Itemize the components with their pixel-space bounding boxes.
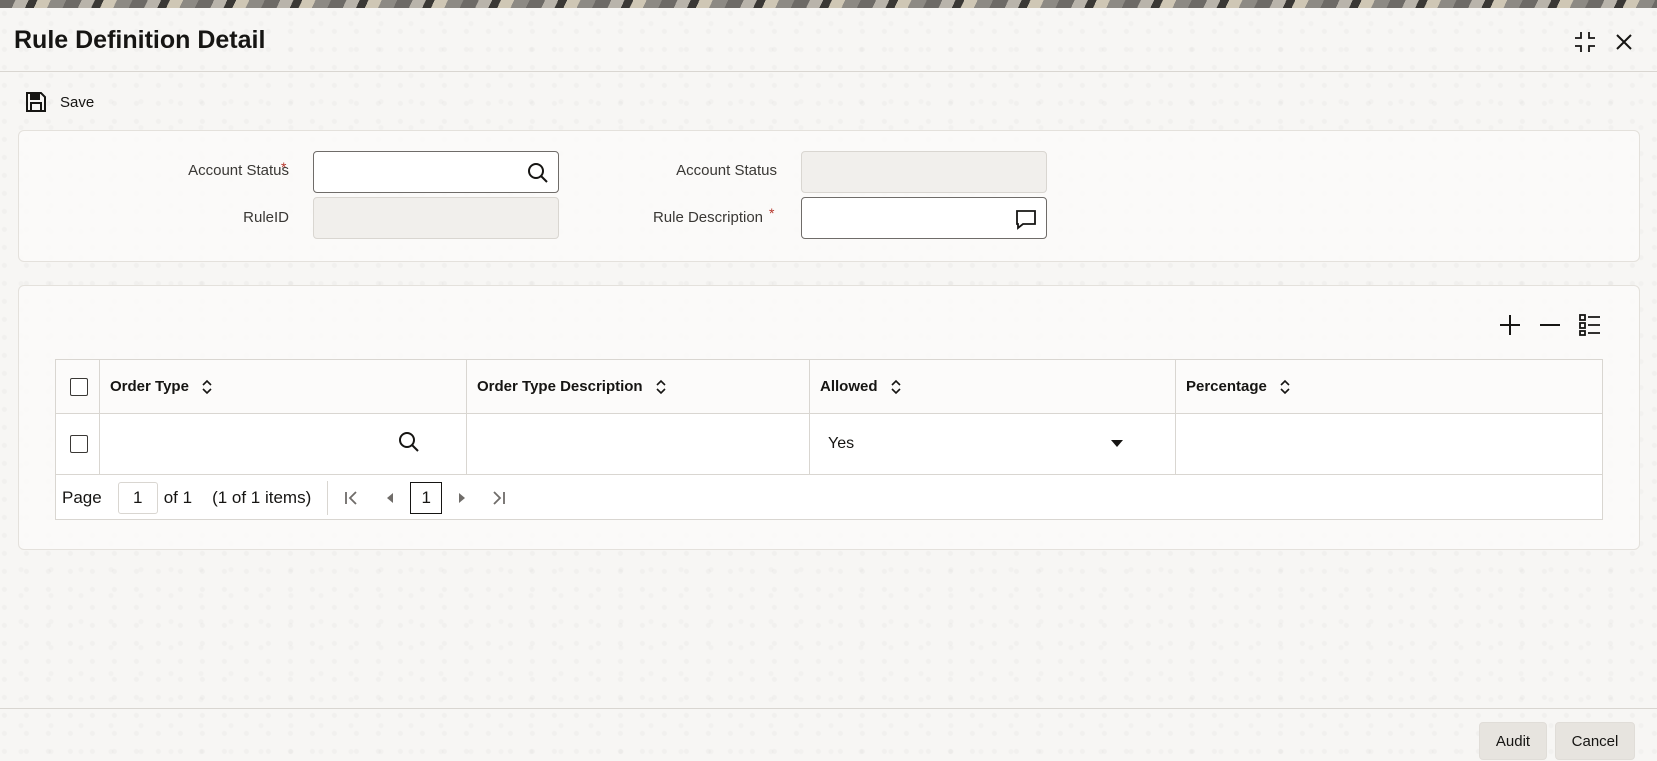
search-icon — [399, 432, 419, 452]
column-header-label: Percentage — [1186, 378, 1267, 395]
last-page-icon — [493, 491, 506, 505]
header-order-type[interactable]: Order Type — [100, 360, 467, 413]
first-page-button[interactable] — [340, 486, 364, 510]
save-button[interactable]: Save — [24, 90, 94, 114]
toolbar: Save — [24, 88, 94, 116]
minus-icon — [1540, 324, 1560, 326]
pager-divider — [327, 481, 329, 515]
page-count-label: of 1 — [163, 488, 193, 507]
close-icon — [1616, 34, 1632, 50]
items-count-label: (1 of 1 items) — [212, 488, 312, 507]
comment-icon — [1016, 210, 1036, 230]
order-type-table: Order Type Order Type Description Allowe… — [55, 359, 1603, 520]
caret-left-icon — [387, 493, 394, 503]
current-page-button[interactable]: 1 — [410, 482, 443, 514]
sort-icon[interactable] — [201, 379, 213, 395]
rule-description-input[interactable] — [801, 197, 1047, 239]
table-row[interactable]: Yes — [56, 414, 1602, 475]
table-header: Order Type Order Type Description Allowe… — [56, 360, 1602, 414]
order-type-grid-panel: Order Type Order Type Description Allowe… — [18, 285, 1640, 550]
account-status-input[interactable] — [313, 151, 559, 193]
title-bar: Rule Definition Detail — [0, 8, 1657, 72]
percentage-cell[interactable] — [1176, 414, 1602, 474]
row-checkbox[interactable] — [70, 435, 88, 453]
order-type-description-cell — [467, 414, 810, 474]
required-marker: * — [769, 205, 775, 221]
cancel-button[interactable]: Cancel — [1555, 722, 1635, 760]
audit-button[interactable]: Audit — [1479, 722, 1547, 760]
row-select-cell — [56, 414, 100, 474]
close-button[interactable] — [1610, 28, 1638, 56]
compress-icon — [1575, 32, 1595, 52]
rule-id-label: RuleID — [243, 209, 289, 226]
header-form-panel: Account Status * Account Status RuleID R… — [18, 130, 1640, 262]
grid-toolbar — [1497, 312, 1603, 338]
column-header-label: Order Type — [110, 378, 189, 395]
floppy-disk-icon — [26, 92, 46, 112]
list-detail-icon — [1579, 314, 1600, 336]
rule-id-field — [313, 197, 559, 239]
background-strip — [0, 0, 1657, 8]
previous-page-button[interactable] — [378, 486, 402, 510]
pagination-bar: Page 1 of 1 (1 of 1 items) 1 — [56, 475, 1602, 521]
minimize-button[interactable] — [1571, 28, 1599, 56]
plus-icon — [1500, 315, 1520, 335]
column-header-label: Allowed — [820, 378, 878, 395]
order-type-cell[interactable] — [100, 414, 467, 474]
allowed-value: Yes — [828, 435, 855, 452]
rule-description-editor-button[interactable] — [1014, 207, 1038, 231]
chevron-down-icon[interactable] — [1111, 440, 1123, 447]
account-status-desc-field — [801, 151, 1047, 193]
header-select-cell — [56, 360, 100, 413]
first-page-icon — [345, 491, 357, 505]
account-status-lov-button[interactable] — [526, 161, 550, 185]
add-row-button[interactable] — [1497, 312, 1523, 338]
account-status-label: Account Status — [188, 162, 289, 179]
sort-icon[interactable] — [890, 379, 902, 395]
search-icon — [528, 163, 548, 183]
column-header-label: Order Type Description — [477, 378, 643, 395]
header-allowed[interactable]: Allowed — [810, 360, 1176, 413]
footer-bar: Audit Cancel — [0, 708, 1657, 761]
last-page-button[interactable] — [486, 486, 510, 510]
next-page-button[interactable] — [450, 486, 474, 510]
delete-row-button[interactable] — [1537, 312, 1563, 338]
header-order-type-description[interactable]: Order Type Description — [467, 360, 810, 413]
single-view-button[interactable] — [1577, 312, 1603, 338]
page-number-input[interactable]: 1 — [117, 482, 158, 514]
page-title: Rule Definition Detail — [14, 26, 266, 54]
select-all-checkbox[interactable] — [70, 377, 88, 396]
header-percentage[interactable]: Percentage — [1176, 360, 1602, 413]
rule-definition-window: Rule Definition Detail Save Account Stat… — [0, 8, 1657, 761]
sort-icon[interactable] — [1279, 379, 1291, 395]
rule-description-label: Rule Description — [652, 209, 763, 226]
account-status-desc-label: Account Status — [676, 162, 777, 179]
allowed-select[interactable]: Yes — [810, 414, 1176, 474]
required-marker: * — [281, 159, 287, 175]
order-type-lov-button[interactable] — [398, 431, 420, 458]
sort-icon[interactable] — [655, 379, 667, 395]
save-label: Save — [60, 93, 95, 111]
caret-right-icon — [459, 493, 466, 503]
page-label: Page — [62, 488, 102, 507]
